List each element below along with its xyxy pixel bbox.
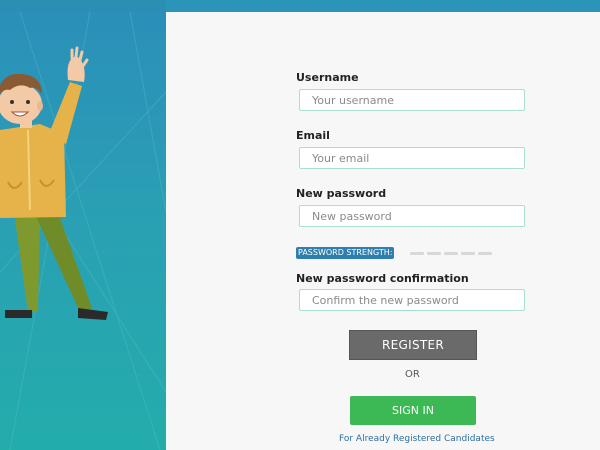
strength-segment [410,252,424,255]
password-input[interactable] [299,205,525,227]
illustration-panel [0,12,166,450]
strength-segment [478,252,492,255]
password-label: New password [296,187,387,200]
strength-segment [427,252,441,255]
password-strength-meter [410,252,492,255]
username-input[interactable] [299,89,525,111]
confirm-password-label: New password confirmation [296,272,469,285]
strength-segment [461,252,475,255]
username-label: Username [296,71,359,84]
top-bar-left [0,0,166,12]
or-divider-text: OR [405,369,420,380]
main-area [166,12,600,450]
password-strength-badge: PASSWORD STRENGTH: [296,247,395,259]
sign-in-button[interactable]: SIGN IN [350,396,476,425]
already-registered-link[interactable]: For Already Registered Candidates [339,434,495,444]
waving-man-illustration [0,12,166,450]
strength-segment [444,252,458,255]
email-label: Email [296,129,330,142]
confirm-password-input[interactable] [299,289,525,311]
email-input[interactable] [299,147,525,169]
register-button[interactable]: REGISTER [349,330,477,360]
